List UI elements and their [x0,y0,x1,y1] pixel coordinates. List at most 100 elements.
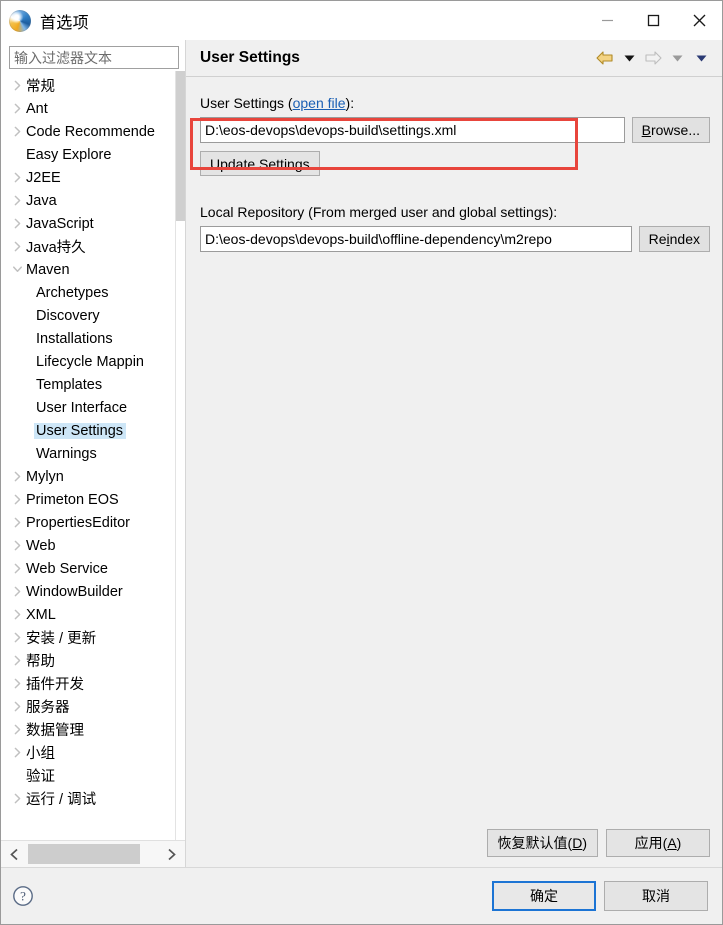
chevron-right-icon[interactable] [9,747,26,758]
chevron-right-icon[interactable] [9,195,26,206]
user-settings-label-suffix: ): [345,95,355,111]
chevron-right-icon[interactable] [9,517,26,528]
sidebar-item-maven[interactable]: Maven [1,258,185,281]
tree-hscroll-track[interactable] [28,841,158,867]
cancel-button[interactable]: 取消 [604,881,708,911]
sidebar-item-label: Warnings [36,445,97,462]
preferences-tree[interactable]: 常规 Ant Code Recommende Easy Explore J2EE Java… [1,71,185,840]
sidebar-item-javascript[interactable]: JavaScript [1,212,185,235]
sidebar-item-user-settings[interactable]: User Settings [1,419,185,442]
back-menu-chevron-down-icon[interactable] [618,47,640,69]
chevron-right-icon[interactable] [9,540,26,551]
chevron-right-icon[interactable] [9,563,26,574]
window-title: 首选项 [40,14,89,32]
chevron-right-icon[interactable] [9,701,26,712]
tree-vertical-scroll-thumb[interactable] [176,71,185,221]
browse-button[interactable]: Browse... [631,117,710,143]
local-repository-row: Reindex [200,226,710,252]
chevron-right-icon[interactable] [9,80,26,91]
open-file-link[interactable]: open file [293,95,346,111]
update-settings-button[interactable]: Update Settings [200,151,320,176]
close-icon[interactable] [676,1,722,40]
svg-text:?: ? [20,889,26,904]
chevron-left-icon[interactable] [1,841,28,867]
sidebar-item-label: J2EE [26,169,61,186]
chevron-right-icon[interactable] [9,471,26,482]
filter-input[interactable] [9,46,179,69]
tree-hscroll-thumb[interactable] [28,844,140,864]
sidebar-item-web[interactable]: Web [1,534,185,557]
forward-arrow-icon [642,47,664,69]
sidebar-item-数据管理[interactable]: 数据管理 [1,718,185,741]
chevron-right-icon[interactable] [9,724,26,735]
chevron-right-icon[interactable] [9,609,26,620]
sidebar-item-label: PropertiesEditor [26,514,130,531]
sidebar-item-小组[interactable]: 小组 [1,741,185,764]
section-divider [200,176,710,204]
user-settings-input[interactable] [200,117,625,143]
back-arrow-icon[interactable] [594,47,616,69]
apply-button[interactable]: 应用(A) [606,829,710,857]
sidebar-item-label: Web [26,537,56,554]
sidebar-item-j2ee[interactable]: J2EE [1,166,185,189]
sidebar-item-ant[interactable]: Ant [1,97,185,120]
chevron-right-icon[interactable] [9,172,26,183]
sidebar-item-discovery[interactable]: Discovery [1,304,185,327]
sidebar-item-templates[interactable]: Templates [1,373,185,396]
sidebar-item-java持久[interactable]: Java持久 [1,235,185,258]
forward-menu-chevron-down-icon [666,47,688,69]
ok-button[interactable]: 确定 [492,881,596,911]
help-icon[interactable]: ? [11,884,35,908]
tree-vertical-scrollbar[interactable] [175,71,185,840]
sidebar-item-运行-调试[interactable]: 运行 / 调试 [1,787,185,810]
local-repository-input[interactable] [200,226,632,252]
sidebar-item-installations[interactable]: Installations [1,327,185,350]
sidebar-item-easy-explore[interactable]: Easy Explore [1,143,185,166]
sidebar-item-label: Primeton EOS [26,491,119,508]
sidebar-item-java[interactable]: Java [1,189,185,212]
sidebar-item-服务器[interactable]: 服务器 [1,695,185,718]
sidebar-item-label: 小组 [26,746,55,762]
sidebar-item-warnings[interactable]: Warnings [1,442,185,465]
reindex-button[interactable]: Reindex [638,226,710,252]
user-settings-row: Browse... [200,117,710,143]
chevron-right-icon[interactable] [9,793,26,804]
sidebar-item-mylyn[interactable]: Mylyn [1,465,185,488]
sidebar-item-验证[interactable]: 验证 [1,764,185,787]
chevron-right-icon[interactable] [9,586,26,597]
view-menu-chevron-down-icon[interactable] [690,47,712,69]
sidebar-item-code-recommende[interactable]: Code Recommende [1,120,185,143]
chevron-right-icon[interactable] [9,103,26,114]
sidebar-item-label: Code Recommende [26,123,155,140]
sidebar-item-web-service[interactable]: Web Service [1,557,185,580]
sidebar-item-label: Java [26,192,57,209]
sidebar-item-常规[interactable]: 常规 [1,74,185,97]
sidebar-item-插件开发[interactable]: 插件开发 [1,672,185,695]
eclipse-logo-icon [9,9,31,32]
sidebar-item-archetypes[interactable]: Archetypes [1,281,185,304]
sidebar-item-windowbuilder[interactable]: WindowBuilder [1,580,185,603]
maximize-icon[interactable] [630,1,676,40]
chevron-right-icon[interactable] [9,494,26,505]
sidebar-item-label: User Settings [34,422,127,439]
sidebar-item-propertieseditor[interactable]: PropertiesEditor [1,511,185,534]
sidebar-item-primeton-eos[interactable]: Primeton EOS [1,488,185,511]
chevron-down-icon[interactable] [9,264,26,275]
chevron-right-icon[interactable] [158,841,185,867]
chevron-right-icon[interactable] [9,218,26,229]
sidebar-item-安装-更新[interactable]: 安装 / 更新 [1,626,185,649]
minimize-icon[interactable] [584,1,630,40]
restore-defaults-button[interactable]: 恢复默认值(D) [486,829,598,857]
sidebar-item-user-interface[interactable]: User Interface [1,396,185,419]
chevron-right-icon[interactable] [9,678,26,689]
chevron-right-icon[interactable] [9,126,26,137]
sidebar-item-lifecycle-mappin[interactable]: Lifecycle Mappin [1,350,185,373]
sidebar-item-xml[interactable]: XML [1,603,185,626]
sidebar-item-label: 数据管理 [26,723,84,739]
tree-horizontal-scrollbar[interactable] [1,840,185,867]
chevron-right-icon[interactable] [9,632,26,643]
sidebar-item-帮助[interactable]: 帮助 [1,649,185,672]
sidebar-item-label: 验证 [26,769,55,785]
chevron-right-icon[interactable] [9,241,26,252]
chevron-right-icon[interactable] [9,655,26,666]
